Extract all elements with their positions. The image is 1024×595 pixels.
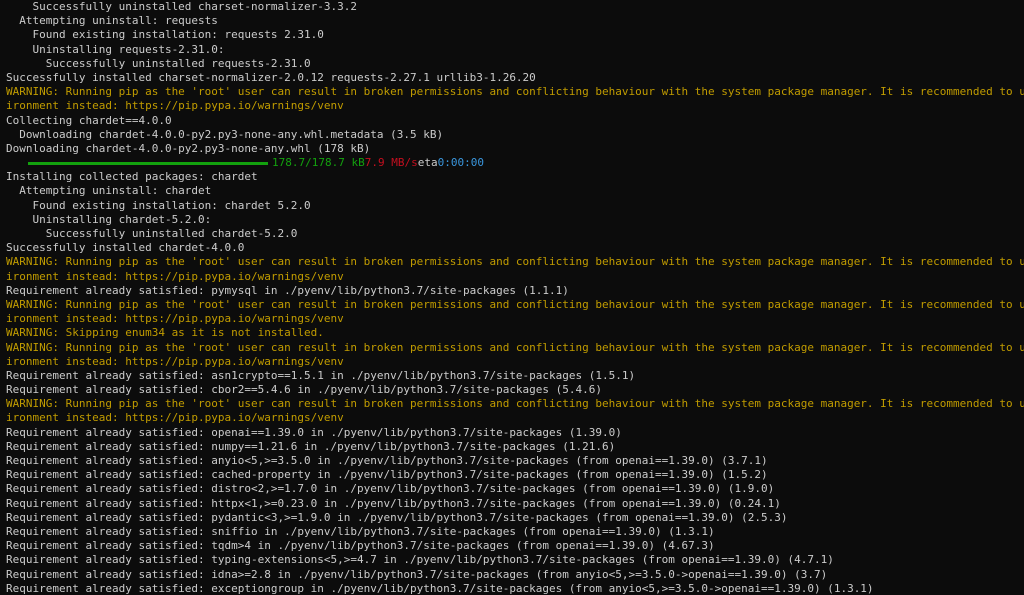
warning-line: ironment instead: https://pip.pypa.io/wa… [6, 99, 344, 113]
eta-label-text: eta [417, 156, 438, 170]
output-line: Downloading chardet-4.0.0-py2.py3-none-a… [6, 141, 371, 155]
warning-line: ironment instead: https://pip.pypa.io/wa… [6, 354, 344, 368]
output-line: Uninstalling requests-2.31.0: [6, 42, 225, 56]
download-speed-text: 7.9 MB/s [364, 156, 418, 170]
output-line: Requirement already satisfied: exception… [6, 581, 874, 595]
output-line: Successfully uninstalled charset-normali… [6, 0, 357, 13]
output-line: Requirement already satisfied: tqdm>4 in… [6, 539, 715, 553]
output-line: Attempting uninstall: chardet [6, 184, 212, 198]
warning-line: ironment instead: https://pip.pypa.io/wa… [6, 269, 344, 283]
output-line: Downloading chardet-4.0.0-py2.py3-none-a… [6, 127, 444, 141]
download-size-text: 178.7/178.7 kB [272, 156, 365, 170]
warning-line: WARNING: Running pip as the 'root' user … [6, 397, 1024, 411]
download-progress-bar [28, 161, 268, 165]
output-line: Requirement already satisfied: pydantic<… [6, 510, 788, 524]
warning-line: ironment instead: https://pip.pypa.io/wa… [6, 411, 344, 425]
output-line: Successfully uninstalled chardet-5.2.0 [6, 227, 298, 240]
output-line: Requirement already satisfied: anyio<5,>… [6, 454, 768, 467]
warning-line: WARNING: Running pip as the 'root' user … [6, 255, 1024, 269]
output-line: Requirement already satisfied: distro<2,… [6, 482, 775, 496]
output-line: Requirement already satisfied: pymysql i… [6, 283, 569, 297]
output-line: Requirement already satisfied: openai==1… [6, 425, 622, 439]
output-line: Collecting chardet==4.0.0 [6, 113, 172, 127]
output-line: Uninstalling chardet-5.2.0: [6, 212, 212, 226]
output-line: Found existing installation: chardet 5.2… [6, 198, 311, 212]
output-line: Installing collected packages: chardet [6, 170, 258, 184]
warning-line: WARNING: Running pip as the 'root' user … [6, 85, 1024, 99]
download-progress-line: 178.7/178.7 kB 7.9 MB/s eta 0:00:00 [6, 156, 1024, 170]
output-line: Requirement already satisfied: cached-pr… [6, 468, 768, 482]
output-line: Successfully uninstalled requests-2.31.0 [6, 56, 311, 70]
eta-value-text: 0:00:00 [437, 156, 484, 170]
output-line: Found existing installation: requests 2.… [6, 28, 324, 42]
output-line: Requirement already satisfied: numpy==1.… [6, 439, 616, 453]
terminal-window[interactable]: Successfully uninstalled charset-normali… [0, 0, 1024, 595]
output-line: Successfully installed chardet-4.0.0 [6, 241, 245, 255]
warning-line: ironment instead: https://pip.pypa.io/wa… [6, 312, 344, 326]
output-line: Requirement already satisfied: httpx<1,>… [6, 496, 781, 510]
warning-line: WARNING: Running pip as the 'root' user … [6, 340, 1024, 354]
output-line: Requirement already satisfied: idna>=2.8… [6, 567, 828, 581]
output-line: Requirement already satisfied: cbor2==5.… [6, 383, 603, 397]
warning-line: WARNING: Skipping enum34 as it is not in… [6, 326, 324, 340]
output-line: Successfully installed charset-normalize… [6, 70, 536, 84]
warning-line: WARNING: Running pip as the 'root' user … [6, 297, 1024, 311]
output-line: Attempting uninstall: requests [6, 14, 218, 28]
output-line: Requirement already satisfied: asn1crypt… [6, 368, 636, 382]
output-line: Requirement already satisfied: sniffio i… [6, 524, 715, 538]
output-line: Requirement already satisfied: typing-ex… [6, 553, 834, 567]
